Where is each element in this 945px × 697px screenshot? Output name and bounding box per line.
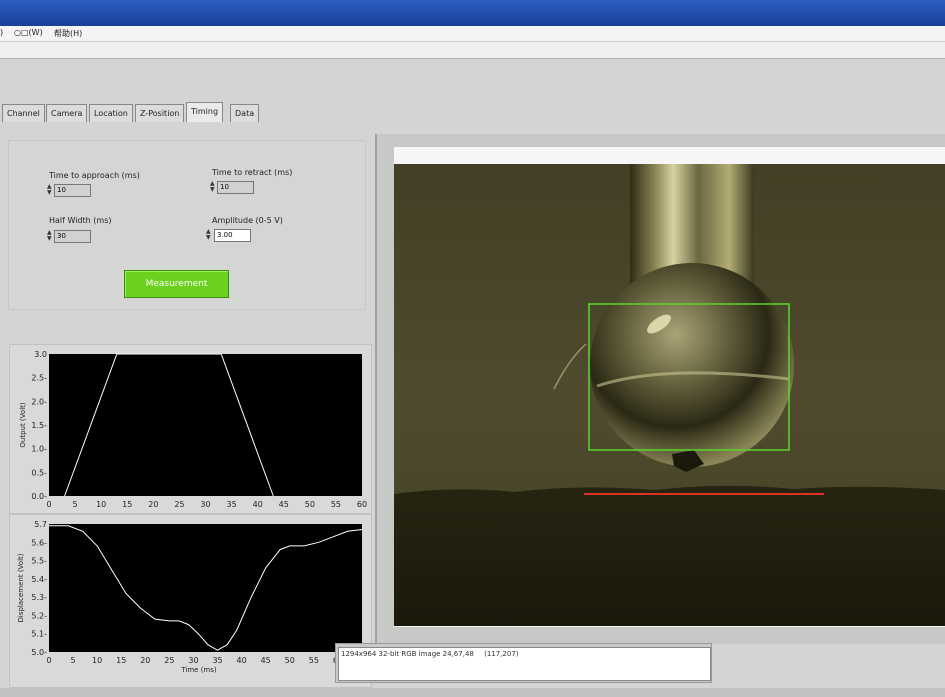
half-width-input[interactable]: 30 xyxy=(54,230,91,243)
half-width-spinner[interactable]: ▲ ▼ xyxy=(47,230,53,243)
tab-timing[interactable]: Timing xyxy=(186,102,224,122)
c1-x-tick-label: 10 xyxy=(96,500,106,509)
toolbar xyxy=(0,42,945,59)
c2-x-tick-label: 5 xyxy=(71,656,76,665)
c2-x-tick-label: 20 xyxy=(140,656,150,665)
title-bar xyxy=(0,0,945,26)
camera-image[interactable] xyxy=(394,164,945,626)
c2-x-tick-label: 15 xyxy=(116,656,126,665)
output-plot-area xyxy=(49,354,362,496)
probe-sphere xyxy=(590,263,794,467)
c2-x-tick-label: 35 xyxy=(212,656,222,665)
measurement-button[interactable]: Measurement xyxy=(124,270,229,298)
c2-x-tick-label: 45 xyxy=(261,656,271,665)
c2-x-tick-label: 30 xyxy=(188,656,198,665)
displacement-chart: Displacement (Volt) Time (ms) 5.0- 5.1- 5.… xyxy=(17,520,363,674)
c2-y-tick-label: 5.1- xyxy=(31,630,47,639)
c2-x-tick-label: 55 xyxy=(309,656,319,665)
time-to-retract-spinner[interactable]: ▲ ▼ xyxy=(210,181,216,194)
time-to-approach-label: Time to approach (ms) xyxy=(49,171,140,180)
amplitude-label: Amplitude (0-5 V) xyxy=(212,216,283,225)
time-x-axis-label: Time (ms) xyxy=(180,666,217,674)
c2-y-tick-label: 5.3- xyxy=(31,593,47,602)
c2-x-tick-label: 50 xyxy=(285,656,295,665)
amplitude-input[interactable]: 3.00 xyxy=(214,229,251,242)
c1-y-tick-label: 0.5- xyxy=(31,468,47,477)
c1-x-tick-label: 15 xyxy=(122,500,132,509)
output-y-axis-label: Output (Volt) xyxy=(19,402,27,447)
c1-x-tick-label: 40 xyxy=(253,500,263,509)
c1-y-tick-label: 2.5- xyxy=(31,374,47,383)
c2-x-tick-label: 0 xyxy=(46,656,51,665)
output-chart: Output (Volt) 0.0- 0.5- 1.0- 1.5- 2.0- 2.5- 3.… xyxy=(19,350,367,509)
c1-x-tick-label: 20 xyxy=(148,500,158,509)
tab-z-position[interactable]: Z-Position xyxy=(135,104,185,122)
menu-bar: ) ○□(W) 帮助(H) xyxy=(0,26,945,42)
time-to-approach-spinner[interactable]: ▲ ▼ xyxy=(47,184,53,197)
image-info-box: 1294x964 32-bit RGB image 24,67,48 (117,… xyxy=(338,647,711,681)
tab-camera[interactable]: Camera xyxy=(46,104,88,122)
tab-channel[interactable]: Channel xyxy=(2,104,45,122)
c1-y-tick-label: 2.0- xyxy=(31,397,47,406)
amplitude-spinner[interactable]: ▲ ▼ xyxy=(206,229,212,242)
menu-prefix: ) xyxy=(0,28,4,37)
c2-y-tick-label: 5.4- xyxy=(31,575,47,584)
c1-y-tick-label: 3.0 xyxy=(34,350,47,359)
tab-data[interactable]: Data xyxy=(230,104,260,122)
c1-x-tick-label: 35 xyxy=(226,500,236,509)
menu-item-window[interactable]: ○□(W) xyxy=(14,28,43,37)
time-to-retract-input[interactable]: 10 xyxy=(217,181,254,194)
c1-x-tick-label: 0 xyxy=(46,500,51,509)
image-status-bar: 1294x964 32-bit RGB image 24,67,48 (117,… xyxy=(335,643,712,683)
c2-y-tick-label: 5.0- xyxy=(31,648,47,657)
displacement-y-axis-label: Displacement (Volt) xyxy=(17,553,25,622)
c2-x-tick-label: 25 xyxy=(164,656,174,665)
c1-x-tick-label: 5 xyxy=(73,500,78,509)
bottom-border xyxy=(0,688,945,697)
c1-y-tick-label: 0.0- xyxy=(31,492,47,501)
tab-location[interactable]: Location xyxy=(89,104,133,122)
c2-y-tick-label: 5.6- xyxy=(31,538,47,547)
c1-x-tick-label: 50 xyxy=(305,500,315,509)
half-width-label: Half Width (ms) xyxy=(49,216,112,225)
c1-x-tick-label: 30 xyxy=(200,500,210,509)
c1-y-tick-label: 1.0- xyxy=(31,445,47,454)
c2-y-tick-label: 5.5- xyxy=(31,557,47,566)
c2-x-tick-label: 10 xyxy=(92,656,102,665)
time-to-approach-input[interactable]: 10 xyxy=(54,184,91,197)
time-to-retract-label: Time to retract (ms) xyxy=(212,168,293,177)
image-info-text: 1294x964 32-bit RGB image 24,67,48 xyxy=(341,650,474,658)
c1-x-tick-label: 45 xyxy=(279,500,289,509)
c2-y-tick-label: 5.7 xyxy=(34,520,47,529)
c1-y-tick-label: 1.5- xyxy=(31,421,47,430)
c2-y-tick-label: 5.2- xyxy=(31,611,47,620)
c1-x-tick-label: 25 xyxy=(174,500,184,509)
c1-x-tick-label: 55 xyxy=(331,500,341,509)
c2-x-tick-label: 40 xyxy=(237,656,247,665)
ground-surface xyxy=(394,485,945,626)
menu-item-help[interactable]: 帮助(H) xyxy=(54,28,82,39)
cursor-coords: (117,207) xyxy=(484,650,519,658)
c1-x-tick-label: 60 xyxy=(357,500,367,509)
